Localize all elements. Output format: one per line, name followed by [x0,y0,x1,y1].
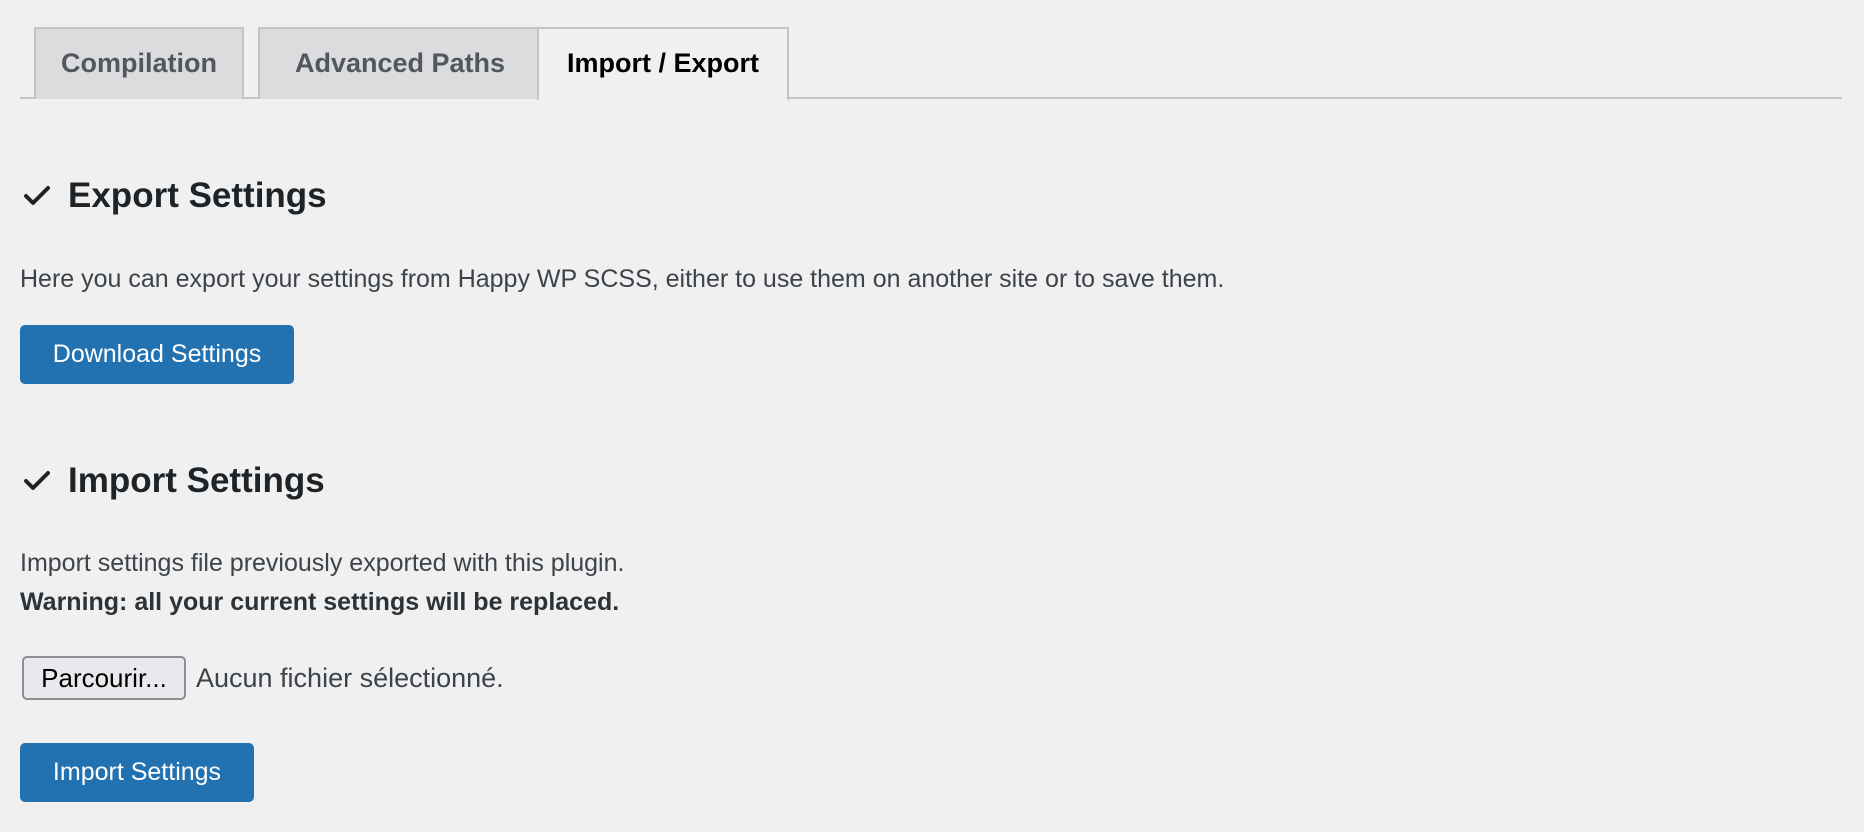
export-settings-heading: Export Settings [20,176,327,216]
settings-page: Compilation Advanced Paths Import / Expo… [20,27,1842,101]
export-settings-title: Export Settings [68,176,327,215]
export-description: Here you can export your settings from H… [20,265,1225,293]
file-input: Parcourir... Aucun fichier sélectionné. [22,656,504,700]
download-settings-button[interactable]: Download Settings [20,325,294,384]
check-icon [24,186,50,205]
import-settings-button[interactable]: Import Settings [20,743,254,802]
import-description: Import settings file previously exported… [20,549,625,577]
file-status-text: Aucun fichier sélectionné. [196,662,504,693]
tab-compilation[interactable]: Compilation [34,27,244,99]
import-settings-heading: Import Settings [20,461,325,501]
tab-import-export[interactable]: Import / Export [537,27,789,101]
tab-advanced-paths[interactable]: Advanced Paths [258,27,542,99]
tab-bar: Compilation Advanced Paths Import / Expo… [20,27,1842,101]
browse-file-button[interactable]: Parcourir... [22,656,186,700]
check-icon [24,471,50,490]
import-settings-title: Import Settings [68,461,325,500]
import-warning: Warning: all your current settings will … [20,588,620,616]
